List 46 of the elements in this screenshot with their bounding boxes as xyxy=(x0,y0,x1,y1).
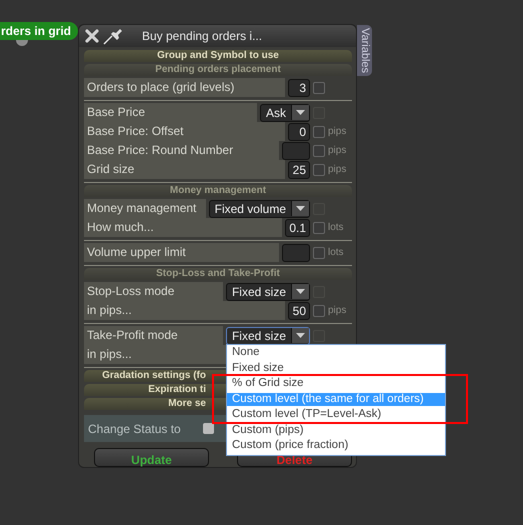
checkbox[interactable] xyxy=(313,304,325,316)
caret-icon xyxy=(291,201,309,216)
field-label: Stop-Loss mode xyxy=(84,282,223,301)
unit-label: lots xyxy=(328,247,345,258)
number-field[interactable]: 25 xyxy=(288,160,310,178)
unit-label: pips xyxy=(328,145,348,156)
checkbox[interactable] xyxy=(313,82,325,94)
status-label: Change Status to xyxy=(88,422,181,436)
unit-label: lots xyxy=(328,222,345,233)
dropdown-option[interactable]: Custom (pips) xyxy=(227,424,445,436)
field-label: Base Price: Round Number xyxy=(84,141,279,160)
caret-icon xyxy=(291,105,309,120)
checkbox[interactable] xyxy=(313,246,325,258)
field-label: Take-Profit mode xyxy=(84,326,223,345)
checkbox[interactable] xyxy=(313,222,325,234)
order-badge[interactable]: rders in grid xyxy=(0,22,78,40)
field-label: How much... xyxy=(84,218,282,237)
field-label: Base Price: Offset xyxy=(84,122,285,141)
number-field[interactable] xyxy=(282,142,310,160)
window-title: Buy pending orders i... xyxy=(142,29,262,43)
caret-icon xyxy=(291,328,309,343)
close-icon[interactable] xyxy=(84,28,100,44)
number-field[interactable]: 0.1 xyxy=(285,218,310,236)
unit-label: pips xyxy=(328,164,348,175)
unit-label: pips xyxy=(328,126,348,137)
dropdown-option[interactable]: Custom level (TP=Level-Ask) xyxy=(227,408,445,421)
unit-label: pips xyxy=(328,305,348,316)
section-header[interactable]: Group and Symbol to use xyxy=(84,50,352,62)
update-button[interactable]: Update xyxy=(94,448,209,467)
field-label: Money management xyxy=(84,199,206,218)
number-field[interactable]: 50 xyxy=(288,302,310,320)
number-field[interactable] xyxy=(282,244,310,262)
field-label: in pips... xyxy=(84,301,285,320)
side-tab[interactable]: Variables xyxy=(357,25,372,76)
pin-icon[interactable] xyxy=(103,27,125,45)
caret-icon xyxy=(291,284,309,299)
field-label: Grid size xyxy=(84,160,285,179)
checkbox[interactable] xyxy=(313,126,325,138)
field-label: Orders to place (grid levels) xyxy=(84,78,285,97)
checkbox[interactable] xyxy=(202,423,214,434)
checkbox[interactable] xyxy=(313,164,325,176)
checkbox[interactable] xyxy=(313,144,325,156)
field-label: Volume upper limit xyxy=(84,243,279,262)
number-field[interactable]: 0 xyxy=(288,122,310,140)
number-field[interactable]: 3 xyxy=(288,78,310,96)
field-label: Base Price xyxy=(84,103,257,122)
